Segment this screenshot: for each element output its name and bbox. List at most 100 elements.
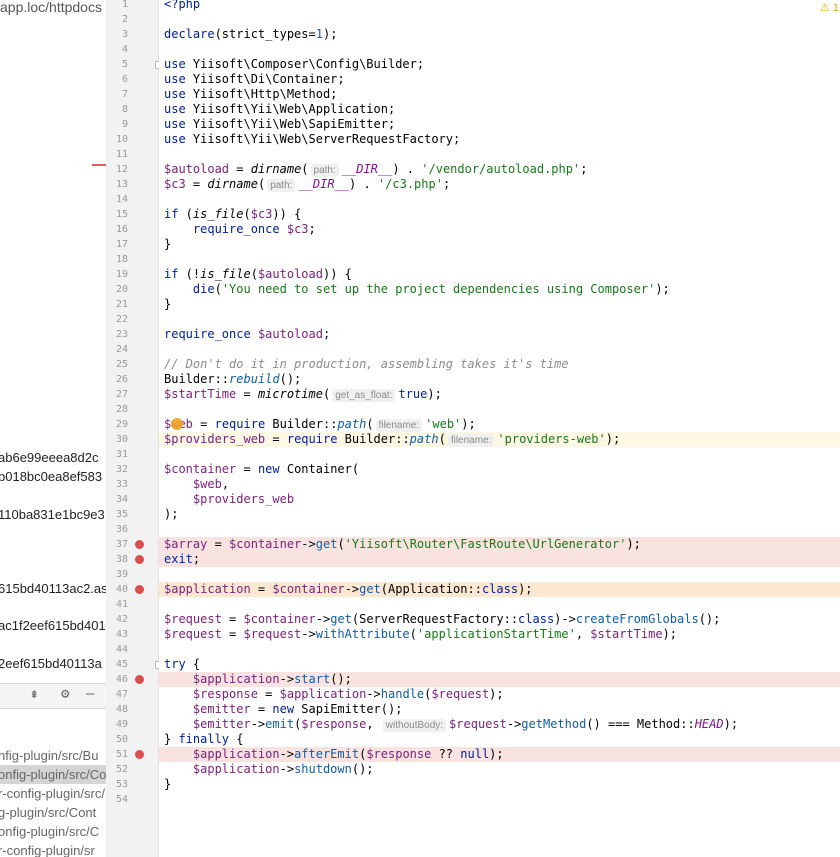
editor-gutter[interactable]: 1 2 3 4 5 6 7 8 9 10 11 12 13 14 15 16 17 18 19 20 21 22 23 24 2… [106,0,162,857]
project-path[interactable]: app.loc/httpdocs [0,0,102,15]
warning-badge[interactable]: ⚠ 1 [820,1,839,14]
code-line[interactable] [159,147,840,162]
code-line[interactable] [159,597,840,612]
breakpoint-icon[interactable] [135,540,144,549]
commit-hash[interactable]: 2eef615bd40113a [0,656,102,671]
code-line[interactable]: die('You need to set up the project depe… [159,282,840,297]
breakpoint-icon[interactable] [135,555,144,564]
line-number: 8 [121,104,128,115]
code-line[interactable]: $emitter = new SapiEmitter(); [159,702,840,717]
code-editor[interactable]: <?php declare(strict_types=1);use Yiisoft… [159,0,840,857]
code-line[interactable]: use Yiisoft\Di\Container; [159,72,840,87]
code-line[interactable]: declare(strict_types=1); [159,27,840,42]
line-number: 2 [121,14,128,25]
code-line[interactable]: require_once $autoload; [159,327,840,342]
line-number: 17 [115,239,128,250]
line-number: 13 [115,179,128,190]
code-line[interactable] [159,447,840,462]
code-line[interactable] [159,42,840,57]
code-line[interactable]: use Yiisoft\Http\Method; [159,87,840,102]
line-number: 10 [115,134,128,145]
breakpoint-icon[interactable] [135,750,144,759]
code-line[interactable]: if (!is_file($autoload)) { [159,267,840,282]
code-line[interactable]: use Yiisoft\Composer\Config\Builder; [159,57,840,72]
line-number: 52 [115,764,128,775]
code-line[interactable]: $container = new Container( [159,462,840,477]
code-line[interactable]: $c3 = dirname(path: __DIR__) . '/c3.php'; [159,177,840,192]
code-line[interactable] [159,312,840,327]
code-line[interactable]: $application = $container->get(Applicati… [159,582,840,597]
code-line[interactable]: $startTime = microtime(get_as_float: true… [159,387,840,402]
code-line[interactable]: if (is_file($c3)) { [159,207,840,222]
code-line[interactable]: $emitter->emit($response, withoutBody: $r… [159,717,840,732]
code-line[interactable]: $web = require Builder::path(filename:'w… [159,417,840,432]
breakpoint-icon[interactable] [135,675,144,684]
line-number: 27 [115,389,128,400]
line-number: 50 [115,734,128,745]
commit-hash[interactable]: ac1f2eef615bd401 [0,618,106,633]
commit-hash[interactable]: 615bd40113ac2.as [0,581,106,596]
code-line[interactable]: Builder::rebuild(); [159,372,840,387]
line-number: 36 [115,524,128,535]
line-number: 16 [115,224,128,235]
code-line[interactable] [159,252,840,267]
file-item[interactable]: nfig-plugin/src/Bu [0,746,106,765]
code-line[interactable] [159,792,840,807]
code-line[interactable]: // Don't do it in production, assembling… [159,357,840,372]
code-line[interactable]: $request = $request->withAttribute('appl… [159,627,840,642]
code-line[interactable]: $response = $application->handle($reques… [159,687,840,702]
code-line[interactable]: } [159,237,840,252]
file-item[interactable]: g-plugin/src/Cont [0,803,106,822]
line-number: 39 [115,569,128,580]
line-number: 33 [115,479,128,490]
code-line[interactable]: $providers_web [159,492,840,507]
code-line[interactable]: } [159,777,840,792]
line-number: 45 [115,659,128,670]
code-line[interactable]: } finally { [159,732,840,747]
line-number: 21 [115,299,128,310]
line-number: 49 [115,719,128,730]
code-line[interactable]: $application->shutdown(); [159,762,840,777]
line-number: 54 [115,794,128,805]
code-line[interactable] [159,567,840,582]
line-number: 11 [115,149,128,160]
commit-hash[interactable]: b018bc0ea8ef583 [0,469,102,484]
file-item[interactable]: onfig-plugin/src/C [0,822,106,841]
code-line[interactable] [159,402,840,417]
line-number: 9 [121,119,128,130]
code-line[interactable] [159,12,840,27]
code-line[interactable] [159,522,840,537]
file-item[interactable]: r-config-plugin/sr [0,841,106,857]
file-item[interactable]: r-config-plugin/src/ [0,784,106,803]
line-number: 1 [121,0,128,10]
code-line[interactable]: $application->start(); [159,672,840,687]
code-line[interactable]: $autoload = dirname(path: __DIR__) . '/ve… [159,162,840,177]
line-number: 14 [115,194,128,205]
line-number: 28 [115,404,128,415]
code-line[interactable]: try { [159,657,840,672]
file-item[interactable]: onfig-plugin/src/Co [0,765,106,784]
code-line[interactable]: $web, [159,477,840,492]
code-line[interactable]: use Yiisoft\Yii\Web\SapiEmitter; [159,117,840,132]
code-line[interactable] [159,342,840,357]
code-line[interactable]: exit; [159,552,840,567]
code-line[interactable]: $request = $container->get(ServerRequest… [159,612,840,627]
code-line[interactable] [159,192,840,207]
minimize-icon[interactable]: — [86,686,94,702]
commit-hash[interactable]: ab6e99eeea8d2c [0,450,99,465]
collapse-icon[interactable]: ⇞ [30,686,38,702]
code-line[interactable]: require_once $c3; [159,222,840,237]
code-line[interactable]: <?php [159,0,840,12]
breakpoint-icon[interactable] [135,585,144,594]
code-line[interactable]: use Yiisoft\Yii\Web\ServerRequestFactory… [159,132,840,147]
gear-icon[interactable]: ⚙ [61,686,69,702]
commit-hash[interactable]: 110ba831e1bc9e3 [0,507,105,522]
code-line[interactable]: } [159,297,840,312]
code-line[interactable]: $array = $container->get('Yiisoft\Router… [159,537,840,552]
code-line[interactable]: $application->afterEmit($response ?? nul… [159,747,840,762]
code-line[interactable]: ); [159,507,840,522]
code-line[interactable] [159,642,840,657]
code-line[interactable]: $providers_web = require Builder::path(f… [159,432,840,447]
code-line[interactable]: use Yiisoft\Yii\Web\Application; [159,102,840,117]
line-number: 44 [115,644,128,655]
